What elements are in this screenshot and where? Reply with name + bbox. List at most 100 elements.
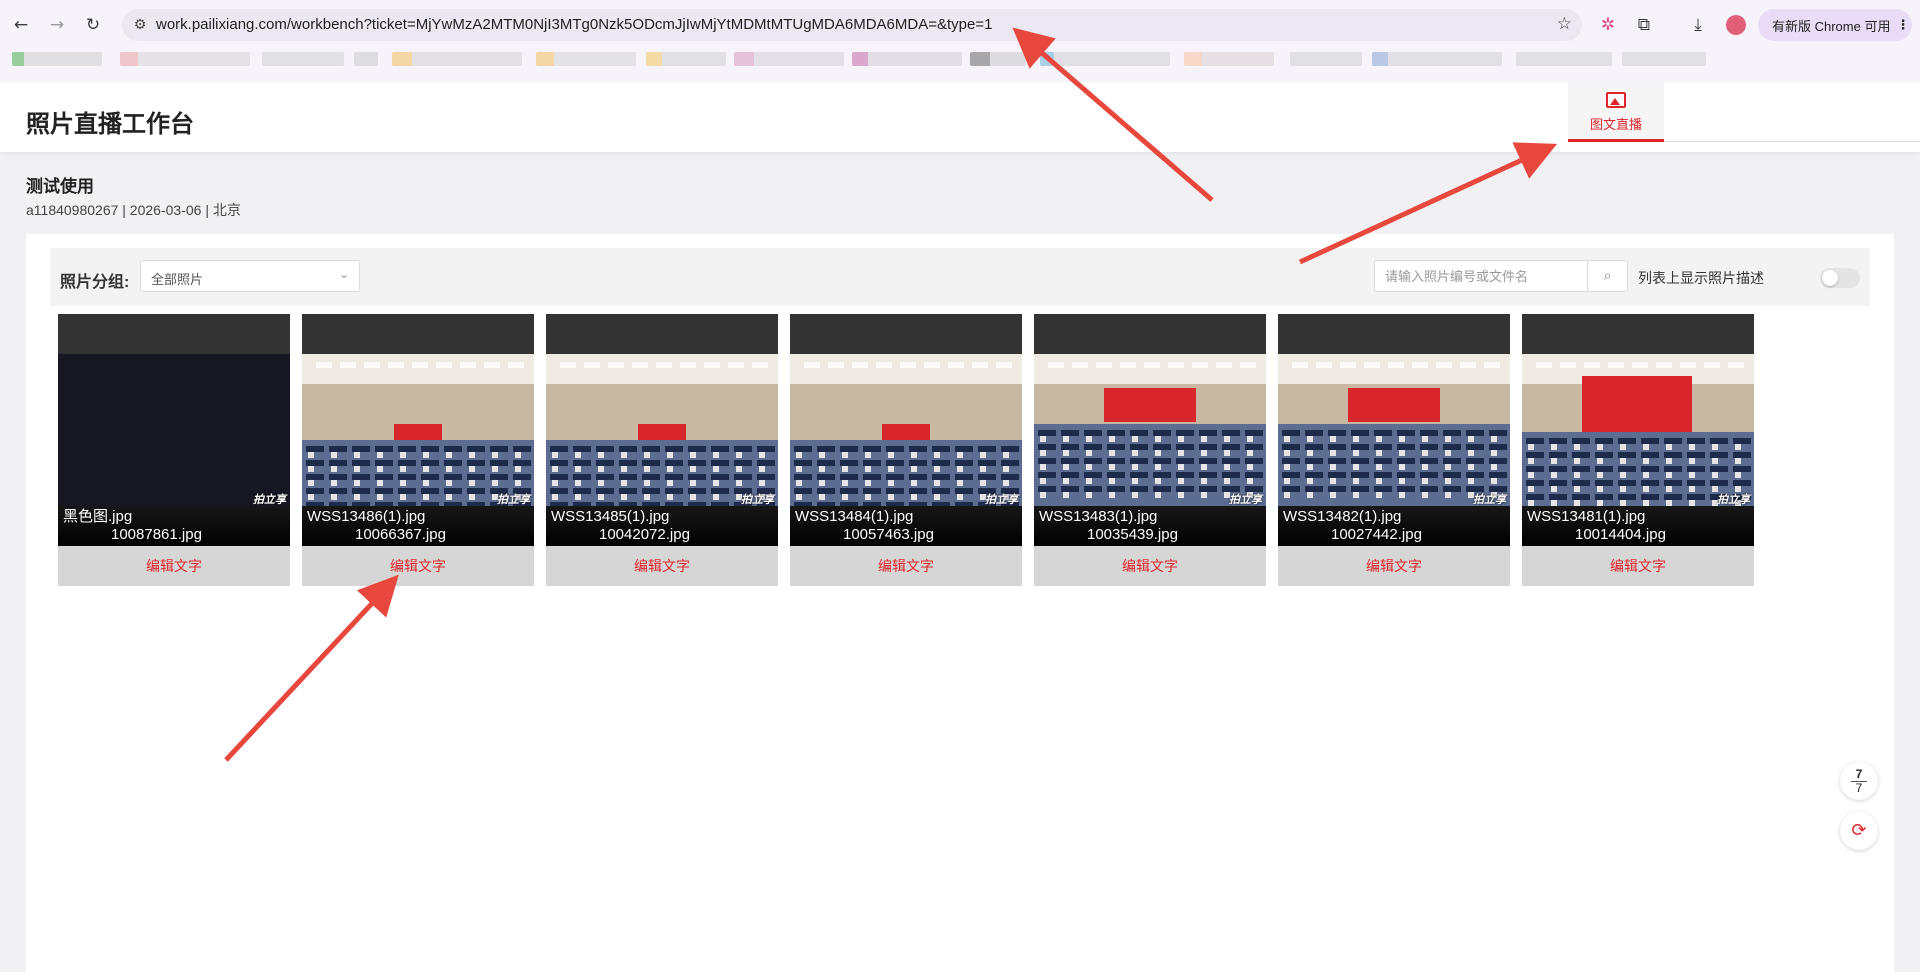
puzzle-icon[interactable]: ⧉ [1632,13,1656,37]
photo-panel: 照片分组: 全部照片 ⌄ ⌕ 列表上显示照片描述 拍立享黑色图.jpg10087… [26,234,1894,972]
chevron-down-icon: ⌄ [338,267,349,281]
photo-card[interactable]: 拍立享 WSS13481(1).jpg 10014404.jpg 编辑文字 [1522,314,1754,586]
page-total: 7 [1855,781,1863,795]
photo-thumbnail[interactable]: 拍立享 WSS13483(1).jpg 10035439.jpg [1034,314,1266,546]
bookmark-item[interactable] [1516,52,1612,66]
bookmark-item[interactable] [1184,52,1274,66]
page-title: 照片直播工作台 [26,111,194,138]
bookmark-item[interactable] [852,52,962,66]
photo-thumbnail[interactable]: 拍立享 黑色图.jpg 10087861.jpg [58,314,290,546]
photo-id: 10027442.jpg [1331,526,1422,543]
bookmark-item[interactable] [536,52,636,66]
photo-caption: WSS13482(1).jpg 10027442.jpg [1278,506,1510,546]
extension-icon[interactable]: ✲ [1596,13,1620,37]
watermark-logo: 拍立享 [985,494,1018,506]
photo-card[interactable]: 拍立享 WSS13485(1).jpg 10042072.jpg 编辑文字 [546,314,778,586]
search-input[interactable] [1375,261,1587,291]
menu-dots-icon[interactable]: ⋮ [1896,17,1909,33]
event-name: 测试使用 [26,177,94,196]
photo-thumbnail[interactable]: 拍立享 WSS13481(1).jpg 10014404.jpg [1522,314,1754,546]
group-select[interactable]: 全部照片 ⌄ [140,260,360,292]
photo-id: 10014404.jpg [1575,526,1666,543]
photo-id: 10057463.jpg [843,526,934,543]
bookmark-item[interactable] [120,52,250,66]
refresh-icon[interactable]: ⟳ [1840,812,1878,850]
photo-caption: WSS13481(1).jpg 10014404.jpg [1522,506,1754,546]
photo-filename: WSS13484(1).jpg [795,508,914,525]
watermark-logo: 拍立享 [1717,494,1750,506]
bookmark-item[interactable] [392,52,522,66]
photo-id: 10035439.jpg [1087,526,1178,543]
photo-card[interactable]: 拍立享 WSS13482(1).jpg 10027442.jpg 编辑文字 [1278,314,1510,586]
photo-thumbnail[interactable]: 拍立享 WSS13485(1).jpg 10042072.jpg [546,314,778,546]
show-description-label: 列表上显示照片描述 [1638,270,1764,286]
app-header: 照片直播工作台 图文直播 [0,82,1920,152]
photo-id: 10087861.jpg [111,526,202,543]
update-label: 有新版 Chrome 可用 [1772,18,1891,34]
photo-card[interactable]: 拍立享 WSS13484(1).jpg 10057463.jpg 编辑文字 [790,314,1022,586]
filter-bar: 照片分组: 全部照片 ⌄ ⌕ 列表上显示照片描述 [50,248,1870,306]
photo-id: 10066367.jpg [355,526,446,543]
page-indicator: 7 7 [1840,762,1878,800]
show-description-toggle[interactable] [1820,268,1860,288]
edit-text-button[interactable]: 编辑文字 [58,546,290,586]
photo-caption: WSS13483(1).jpg 10035439.jpg [1034,506,1266,546]
watermark-logo: 拍立享 [1229,494,1262,506]
group-label: 照片分组: [60,274,130,291]
watermark-logo: 拍立享 [497,494,530,506]
photo-card[interactable]: 拍立享 黑色图.jpg 10087861.jpg 编辑文字 [58,314,290,586]
profile-avatar[interactable] [1726,15,1746,35]
photo-thumbnail[interactable]: 拍立享 WSS13482(1).jpg 10027442.jpg [1278,314,1510,546]
search-box: ⌕ [1374,260,1628,292]
tab-photo-text-live[interactable]: 图文直播 [1568,82,1664,142]
chrome-update-button[interactable]: 有新版 Chrome 可用 ⋮ [1758,9,1912,41]
forward-arrow-icon[interactable]: → [44,12,70,38]
search-icon[interactable]: ⌕ [1587,261,1627,291]
reload-icon[interactable]: ↻ [80,12,106,38]
photo-filename: 黑色图.jpg [63,508,133,525]
edit-text-button[interactable]: 编辑文字 [1522,546,1754,586]
address-bar[interactable]: ⚙ work.pailixiang.com/workbench?ticket=M… [122,9,1582,41]
photo-card[interactable]: 拍立享 WSS13486(1).jpg 10066367.jpg 编辑文字 [302,314,534,586]
photo-thumbnail[interactable]: 拍立享 WSS13484(1).jpg 10057463.jpg [790,314,1022,546]
browser-toolbar: ← → ↻ ⚙ work.pailixiang.com/workbench?ti… [0,0,1920,82]
edit-text-button[interactable]: 编辑文字 [546,546,778,586]
photo-filename: WSS13485(1).jpg [551,508,670,525]
photo-filename: WSS13486(1).jpg [307,508,426,525]
edit-text-button[interactable]: 编辑文字 [1034,546,1266,586]
bookmark-item[interactable] [1372,52,1502,66]
bookmark-item[interactable] [970,52,1026,66]
download-icon[interactable]: ⤓ [1686,13,1710,37]
photo-filename: WSS13482(1).jpg [1283,508,1402,525]
bookmark-item[interactable] [1290,52,1362,66]
group-select-value: 全部照片 [151,272,204,287]
photo-thumbnail[interactable]: 拍立享 WSS13486(1).jpg 10066367.jpg [302,314,534,546]
photo-caption: WSS13484(1).jpg 10057463.jpg [790,506,1022,546]
photo-card[interactable]: 拍立享 WSS13483(1).jpg 10035439.jpg 编辑文字 [1034,314,1266,586]
photo-caption: 黑色图.jpg 10087861.jpg [58,506,290,546]
event-meta: a11840980267 | 2026-03-06 | 北京 [26,202,241,218]
bookmark-item[interactable] [262,52,344,66]
address-url[interactable]: work.pailixiang.com/workbench?ticket=MjY… [156,16,992,33]
bookmark-item[interactable] [1040,52,1170,66]
bookmark-star-icon[interactable]: ☆ [1557,14,1572,34]
watermark-logo: 拍立享 [741,494,774,506]
edit-text-button[interactable]: 编辑文字 [790,546,1022,586]
watermark-logo: 拍立享 [1473,494,1506,506]
bookmark-item[interactable] [646,52,726,66]
page-current: 7 [1851,768,1867,782]
photo-id: 10042072.jpg [599,526,690,543]
photo-filename: WSS13483(1).jpg [1039,508,1158,525]
site-info-icon[interactable]: ⚙ [130,15,150,35]
image-icon [1606,92,1626,108]
photo-caption: WSS13486(1).jpg 10066367.jpg [302,506,534,546]
bookmark-item[interactable] [354,52,378,66]
back-arrow-icon[interactable]: ← [8,12,34,38]
photo-caption: WSS13485(1).jpg 10042072.jpg [546,506,778,546]
bookmark-item[interactable] [734,52,844,66]
photo-filename: WSS13481(1).jpg [1527,508,1646,525]
edit-text-button[interactable]: 编辑文字 [302,546,534,586]
bookmark-item[interactable] [1622,52,1706,66]
edit-text-button[interactable]: 编辑文字 [1278,546,1510,586]
bookmark-item[interactable] [12,52,102,66]
